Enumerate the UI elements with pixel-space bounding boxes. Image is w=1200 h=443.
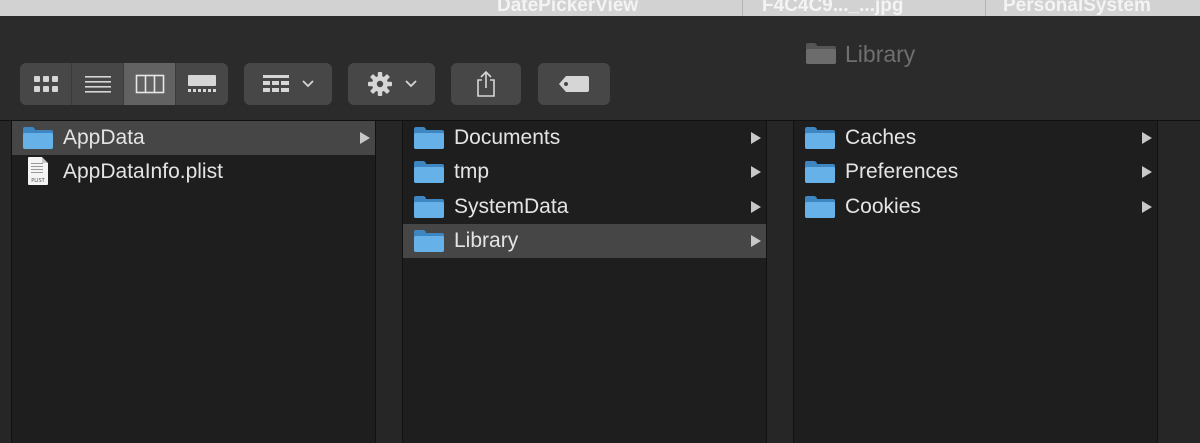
background-tab-title: F4C4C9..._...jpg — [762, 0, 904, 16]
item-label: Documents — [454, 126, 561, 149]
column-resize-divider[interactable] — [766, 121, 794, 443]
gallery-view-button[interactable] — [176, 63, 228, 105]
chevron-down-icon — [302, 80, 314, 88]
folder-icon — [805, 195, 835, 219]
browser-column-3: Caches Preferences Cookies — [794, 121, 1157, 443]
disclosure-arrow-icon — [1142, 201, 1152, 213]
tag-icon — [559, 76, 589, 92]
column-view-icon — [135, 74, 164, 94]
finder-toolbar: Library — [0, 16, 1200, 121]
plist-file-icon: PLIST — [23, 157, 53, 185]
share-icon — [477, 70, 495, 97]
browser-column-2: Documents tmp SystemData Library — [403, 121, 766, 443]
window-title: Library — [806, 40, 915, 68]
list-item-library[interactable]: Library — [403, 224, 766, 258]
gear-icon — [367, 72, 392, 96]
folder-icon — [414, 160, 444, 184]
action-button[interactable] — [348, 63, 435, 105]
disclosure-arrow-icon — [1142, 132, 1152, 144]
background-tab-title: DatePickerView — [497, 0, 639, 16]
browser-column-1: AppData PLIST AppDataInfo.plist — [12, 121, 375, 443]
folder-icon — [23, 126, 53, 150]
disclosure-arrow-icon — [751, 166, 761, 178]
group-button[interactable] — [244, 63, 332, 105]
list-item-caches[interactable]: Caches — [794, 121, 1157, 155]
item-label: AppDataInfo.plist — [63, 160, 223, 183]
disclosure-arrow-icon — [751, 235, 761, 247]
list-item-preferences[interactable]: Preferences — [794, 155, 1157, 189]
icon-view-icon — [33, 76, 58, 92]
chevron-down-icon — [404, 80, 417, 88]
list-item-appdatainfo-plist[interactable]: PLIST AppDataInfo.plist — [12, 155, 375, 189]
disclosure-arrow-icon — [1142, 166, 1152, 178]
folder-icon — [414, 126, 444, 150]
disclosure-arrow-icon — [751, 132, 761, 144]
tab-separator — [985, 0, 986, 16]
item-label: Preferences — [845, 160, 959, 183]
list-item-appdata[interactable]: AppData — [12, 121, 375, 155]
item-label: Cookies — [845, 195, 921, 218]
list-view-button[interactable] — [72, 63, 124, 105]
sidebar-edge — [0, 121, 12, 443]
background-tab-title: PersonalSystem — [1003, 0, 1151, 16]
window-title-label: Library — [845, 40, 916, 67]
group-grid-icon — [263, 75, 289, 92]
column-resize-divider[interactable] — [1157, 121, 1200, 443]
folder-icon — [805, 126, 835, 150]
folder-icon — [414, 229, 444, 253]
folder-icon — [805, 160, 835, 184]
column-browser: AppData PLIST AppDataInfo.plist Document… — [0, 121, 1200, 443]
icon-view-button[interactable] — [20, 63, 72, 105]
share-button[interactable] — [451, 63, 521, 105]
list-item-systemdata[interactable]: SystemData — [403, 190, 766, 224]
disclosure-arrow-icon — [360, 132, 370, 144]
item-label: Caches — [845, 126, 917, 149]
list-view-icon — [84, 76, 111, 93]
column-resize-divider[interactable] — [375, 121, 403, 443]
view-mode-control — [20, 63, 228, 105]
item-label: AppData — [63, 126, 145, 149]
column-view-button[interactable] — [124, 63, 176, 105]
list-item-documents[interactable]: Documents — [403, 121, 766, 155]
gallery-view-icon — [188, 75, 216, 92]
item-label: Library — [454, 229, 519, 252]
item-label: SystemData — [454, 195, 569, 218]
list-item-tmp[interactable]: tmp — [403, 155, 766, 189]
item-label: tmp — [454, 160, 490, 183]
list-item-cookies[interactable]: Cookies — [794, 190, 1157, 224]
tag-button[interactable] — [538, 63, 610, 105]
tab-separator — [742, 0, 743, 16]
folder-icon — [414, 195, 444, 219]
background-window-strip: DatePickerView F4C4C9..._...jpg Personal… — [0, 0, 1200, 16]
folder-icon — [806, 43, 836, 65]
disclosure-arrow-icon — [751, 201, 761, 213]
